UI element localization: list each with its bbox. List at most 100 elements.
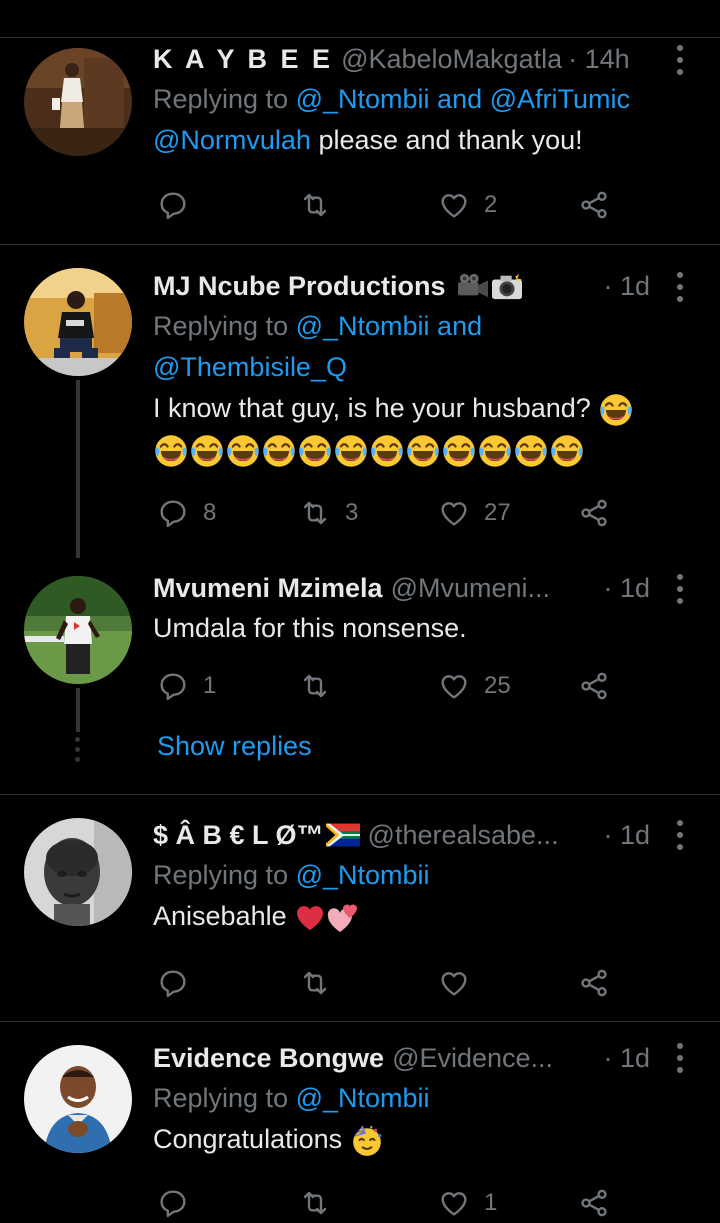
action-bar: 1 25: [153, 666, 704, 706]
mention-link[interactable]: @_Ntombii: [296, 311, 430, 341]
mention-link[interactable]: @AfriTumic: [490, 84, 630, 114]
tweet-text: I know that guy, is he your husband?: [153, 388, 704, 429]
timestamp[interactable]: · 1d: [603, 271, 650, 302]
reply-icon: [157, 497, 189, 529]
replying-and: and: [429, 311, 483, 341]
more-icon[interactable]: [670, 272, 690, 302]
action-bar: 1: [153, 1183, 704, 1223]
tweet-text-body: Anisebahle: [153, 901, 287, 931]
retweet-button[interactable]: [299, 963, 345, 1003]
tweet-header: Mvumeni Mzimela @Mvumeni... · 1d: [153, 568, 704, 608]
reply-button[interactable]: 1: [157, 666, 216, 706]
avatar[interactable]: [24, 576, 132, 684]
timestamp[interactable]: · 1d: [603, 573, 650, 604]
share-button[interactable]: [578, 666, 610, 706]
replying-and: and: [429, 84, 490, 114]
partying-face-emoji: [350, 1124, 384, 1158]
avatar[interactable]: [24, 818, 132, 926]
reply-icon: [157, 967, 189, 999]
share-button[interactable]: [578, 963, 610, 1003]
red-heart-emoji: [294, 902, 326, 934]
more-icon[interactable]: [670, 820, 690, 850]
divider: [0, 794, 720, 795]
mention-link[interactable]: @_Ntombii: [296, 84, 430, 114]
more-icon[interactable]: [670, 1043, 690, 1073]
mention-link[interactable]: @Thembisile_Q: [153, 352, 347, 382]
avatar[interactable]: [24, 268, 132, 376]
share-button[interactable]: [578, 185, 610, 225]
laughing-emoji: [477, 433, 513, 469]
show-replies-link[interactable]: Show replies: [157, 731, 312, 762]
handle[interactable]: @Evidence...: [392, 1043, 553, 1074]
laughing-emoji: [441, 433, 477, 469]
replying-to-label: Replying to: [153, 311, 296, 341]
reply-count: 1: [203, 672, 217, 699]
timestamp[interactable]: · 14h: [568, 44, 630, 75]
tweet-text: Congratulations: [153, 1119, 704, 1160]
laughing-emoji: [333, 433, 369, 469]
display-name[interactable]: K A Y B E E: [153, 44, 333, 75]
retweet-button[interactable]: [299, 666, 345, 706]
retweet-button[interactable]: 3: [299, 493, 358, 533]
display-name[interactable]: MJ Ncube Productions: [153, 271, 446, 302]
retweet-button[interactable]: [299, 1183, 345, 1223]
heart-icon: [438, 670, 470, 702]
mention-link[interactable]: @_Ntombii: [296, 1083, 430, 1113]
reply-button[interactable]: [157, 1183, 203, 1223]
tweet-text: @Normvulah please and thank you!: [153, 120, 704, 161]
like-button[interactable]: [438, 963, 484, 1003]
handle[interactable]: @Mvumeni...: [391, 573, 550, 604]
share-button[interactable]: [578, 1183, 610, 1223]
tweet-text-body: please and thank you!: [310, 125, 583, 155]
laughing-emoji: [189, 433, 225, 469]
share-button[interactable]: [578, 493, 610, 533]
retweet-button[interactable]: [299, 185, 345, 225]
like-button[interactable]: 2: [438, 185, 497, 225]
like-count: 2: [484, 191, 498, 218]
tweet-text: Umdala for this nonsense.: [153, 613, 467, 643]
tweet-header: K A Y B E E @KabeloMakgatla · 14h: [153, 39, 704, 79]
display-name[interactable]: $ Â B € L Ø™: [153, 820, 324, 851]
reply-icon: [157, 670, 189, 702]
timestamp[interactable]: · 1d: [603, 820, 650, 851]
thread-line: [76, 688, 80, 732]
mention-link[interactable]: @_Ntombii: [296, 860, 430, 890]
handle[interactable]: @KabeloMakgatla: [341, 44, 562, 75]
south-africa-flag-emoji: [326, 823, 360, 847]
reply-icon: [157, 189, 189, 221]
display-name[interactable]: Mvumeni Mzimela: [153, 573, 383, 604]
like-button[interactable]: 27: [438, 493, 511, 533]
video-camera-emoji: [456, 271, 490, 301]
reply-icon: [157, 1187, 189, 1219]
reply-button[interactable]: [157, 185, 203, 225]
like-button[interactable]: 1: [438, 1183, 497, 1223]
laughing-emoji: [225, 433, 261, 469]
reply-button[interactable]: 8: [157, 493, 216, 533]
share-icon: [578, 967, 610, 999]
heart-icon: [438, 189, 470, 221]
more-icon[interactable]: [670, 45, 690, 75]
avatar[interactable]: [24, 1045, 132, 1153]
laughing-emoji: [369, 433, 405, 469]
timestamp[interactable]: · 1d: [603, 1043, 650, 1074]
display-name[interactable]: Evidence Bongwe: [153, 1043, 384, 1074]
heart-icon: [438, 967, 470, 999]
laughing-emoji: [549, 433, 585, 469]
laughing-emoji: [598, 392, 634, 428]
avatar[interactable]: [24, 48, 132, 156]
like-button[interactable]: 25: [438, 666, 511, 706]
action-bar: [153, 963, 704, 1003]
more-icon[interactable]: [670, 574, 690, 604]
mention-link[interactable]: @Normvulah: [153, 125, 311, 155]
laughing-emoji: [405, 433, 441, 469]
reply-button[interactable]: [157, 963, 203, 1003]
replying-to-label: Replying to: [153, 1083, 296, 1113]
laughing-emoji: [297, 433, 333, 469]
retweet-icon: [299, 497, 331, 529]
tweet-text-body: I know that guy, is he your husband?: [153, 393, 591, 423]
tweet-header: Evidence Bongwe @Evidence... · 1d: [153, 1038, 704, 1078]
tweet-text-body: Congratulations: [153, 1124, 343, 1154]
handle[interactable]: @therealsabe...: [368, 820, 559, 851]
tweet-text: Anisebahle: [153, 896, 704, 937]
retweet-count: 3: [345, 499, 359, 526]
